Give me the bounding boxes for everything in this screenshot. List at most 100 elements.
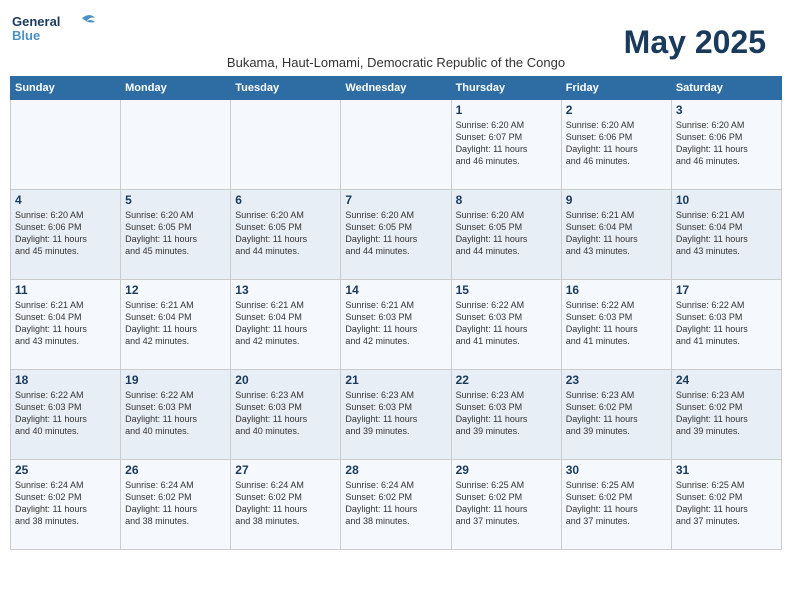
day-number: 31: [676, 463, 777, 477]
day-info: Sunrise: 6:22 AM Sunset: 6:03 PM Dayligh…: [676, 299, 777, 348]
calendar-week-2: 4 Sunrise: 6:20 AM Sunset: 6:06 PM Daylig…: [11, 190, 782, 280]
calendar-cell: [341, 100, 451, 190]
day-number: 12: [125, 283, 226, 297]
day-number: 2: [566, 103, 667, 117]
header-tuesday: Tuesday: [231, 77, 341, 100]
calendar-cell: 31 Sunrise: 6:25 AM Sunset: 6:02 PM Dayli…: [671, 460, 781, 550]
calendar-cell: 9 Sunrise: 6:21 AM Sunset: 6:04 PM Daylig…: [561, 190, 671, 280]
svg-text:Blue: Blue: [12, 28, 40, 43]
header: General Blue May 2025: [10, 10, 782, 51]
main-title: May 2025: [624, 24, 766, 61]
calendar-cell: 21 Sunrise: 6:23 AM Sunset: 6:03 PM Dayli…: [341, 370, 451, 460]
day-info: Sunrise: 6:21 AM Sunset: 6:04 PM Dayligh…: [125, 299, 226, 348]
day-number: 27: [235, 463, 336, 477]
day-number: 22: [456, 373, 557, 387]
day-number: 17: [676, 283, 777, 297]
header-saturday: Saturday: [671, 77, 781, 100]
calendar-cell: [231, 100, 341, 190]
calendar-cell: [11, 100, 121, 190]
day-number: 30: [566, 463, 667, 477]
day-info: Sunrise: 6:21 AM Sunset: 6:04 PM Dayligh…: [15, 299, 116, 348]
calendar-week-5: 25Sunrise: 6:24 AM Sunset: 6:02 PM Dayli…: [11, 460, 782, 550]
calendar-header-row: SundayMondayTuesdayWednesdayThursdayFrid…: [11, 77, 782, 100]
day-info: Sunrise: 6:25 AM Sunset: 6:02 PM Dayligh…: [676, 479, 777, 528]
day-number: 4: [15, 193, 116, 207]
day-info: Sunrise: 6:21 AM Sunset: 6:03 PM Dayligh…: [345, 299, 446, 348]
header-thursday: Thursday: [451, 77, 561, 100]
header-sunday: Sunday: [11, 77, 121, 100]
day-number: 7: [345, 193, 446, 207]
day-number: 19: [125, 373, 226, 387]
day-info: Sunrise: 6:23 AM Sunset: 6:03 PM Dayligh…: [235, 389, 336, 438]
day-info: Sunrise: 6:22 AM Sunset: 6:03 PM Dayligh…: [566, 299, 667, 348]
day-info: Sunrise: 6:23 AM Sunset: 6:03 PM Dayligh…: [456, 389, 557, 438]
day-info: Sunrise: 6:21 AM Sunset: 6:04 PM Dayligh…: [566, 209, 667, 258]
day-number: 5: [125, 193, 226, 207]
day-info: Sunrise: 6:20 AM Sunset: 6:07 PM Dayligh…: [456, 119, 557, 168]
day-number: 21: [345, 373, 446, 387]
calendar-cell: 5Sunrise: 6:20 AM Sunset: 6:05 PM Daylig…: [121, 190, 231, 280]
calendar-cell: 10 Sunrise: 6:21 AM Sunset: 6:04 PM Dayli…: [671, 190, 781, 280]
day-info: Sunrise: 6:22 AM Sunset: 6:03 PM Dayligh…: [15, 389, 116, 438]
day-number: 16: [566, 283, 667, 297]
calendar-cell: 14 Sunrise: 6:21 AM Sunset: 6:03 PM Dayli…: [341, 280, 451, 370]
calendar-cell: 15Sunrise: 6:22 AM Sunset: 6:03 PM Dayli…: [451, 280, 561, 370]
day-number: 11: [15, 283, 116, 297]
day-info: Sunrise: 6:23 AM Sunset: 6:02 PM Dayligh…: [566, 389, 667, 438]
header-monday: Monday: [121, 77, 231, 100]
day-number: 23: [566, 373, 667, 387]
calendar-cell: 8Sunrise: 6:20 AM Sunset: 6:05 PM Daylig…: [451, 190, 561, 280]
calendar-cell: 1 Sunrise: 6:20 AM Sunset: 6:07 PM Daylig…: [451, 100, 561, 190]
calendar-cell: 27Sunrise: 6:24 AM Sunset: 6:02 PM Dayli…: [231, 460, 341, 550]
calendar-week-1: 1 Sunrise: 6:20 AM Sunset: 6:07 PM Daylig…: [11, 100, 782, 190]
calendar-cell: 13Sunrise: 6:21 AM Sunset: 6:04 PM Dayli…: [231, 280, 341, 370]
day-info: Sunrise: 6:24 AM Sunset: 6:02 PM Dayligh…: [15, 479, 116, 528]
calendar-cell: 16 Sunrise: 6:22 AM Sunset: 6:03 PM Dayli…: [561, 280, 671, 370]
day-info: Sunrise: 6:25 AM Sunset: 6:02 PM Dayligh…: [566, 479, 667, 528]
calendar-table: SundayMondayTuesdayWednesdayThursdayFrid…: [10, 76, 782, 550]
day-number: 24: [676, 373, 777, 387]
calendar-cell: 24 Sunrise: 6:23 AM Sunset: 6:02 PM Dayli…: [671, 370, 781, 460]
day-number: 29: [456, 463, 557, 477]
day-info: Sunrise: 6:24 AM Sunset: 6:02 PM Dayligh…: [125, 479, 226, 528]
calendar-week-4: 18 Sunrise: 6:22 AM Sunset: 6:03 PM Dayli…: [11, 370, 782, 460]
calendar-cell: 3 Sunrise: 6:20 AM Sunset: 6:06 PM Daylig…: [671, 100, 781, 190]
logo-text: General Blue: [10, 10, 100, 51]
calendar-cell: 26Sunrise: 6:24 AM Sunset: 6:02 PM Dayli…: [121, 460, 231, 550]
calendar-cell: 2 Sunrise: 6:20 AM Sunset: 6:06 PM Daylig…: [561, 100, 671, 190]
day-number: 9: [566, 193, 667, 207]
day-info: Sunrise: 6:22 AM Sunset: 6:03 PM Dayligh…: [125, 389, 226, 438]
day-number: 3: [676, 103, 777, 117]
day-number: 20: [235, 373, 336, 387]
day-info: Sunrise: 6:21 AM Sunset: 6:04 PM Dayligh…: [235, 299, 336, 348]
day-info: Sunrise: 6:25 AM Sunset: 6:02 PM Dayligh…: [456, 479, 557, 528]
day-info: Sunrise: 6:23 AM Sunset: 6:02 PM Dayligh…: [676, 389, 777, 438]
calendar-cell: 29 Sunrise: 6:25 AM Sunset: 6:02 PM Dayli…: [451, 460, 561, 550]
day-info: Sunrise: 6:20 AM Sunset: 6:05 PM Dayligh…: [345, 209, 446, 258]
day-info: Sunrise: 6:20 AM Sunset: 6:06 PM Dayligh…: [15, 209, 116, 258]
day-number: 18: [15, 373, 116, 387]
day-number: 14: [345, 283, 446, 297]
calendar-cell: 7 Sunrise: 6:20 AM Sunset: 6:05 PM Daylig…: [341, 190, 451, 280]
day-number: 1: [456, 103, 557, 117]
day-info: Sunrise: 6:20 AM Sunset: 6:05 PM Dayligh…: [235, 209, 336, 258]
calendar-cell: 18 Sunrise: 6:22 AM Sunset: 6:03 PM Dayli…: [11, 370, 121, 460]
day-info: Sunrise: 6:21 AM Sunset: 6:04 PM Dayligh…: [676, 209, 777, 258]
day-number: 6: [235, 193, 336, 207]
day-info: Sunrise: 6:20 AM Sunset: 6:05 PM Dayligh…: [456, 209, 557, 258]
calendar-cell: 6 Sunrise: 6:20 AM Sunset: 6:05 PM Daylig…: [231, 190, 341, 280]
calendar-cell: [121, 100, 231, 190]
calendar-cell: 19 Sunrise: 6:22 AM Sunset: 6:03 PM Dayli…: [121, 370, 231, 460]
svg-text:General: General: [12, 14, 60, 29]
day-info: Sunrise: 6:23 AM Sunset: 6:03 PM Dayligh…: [345, 389, 446, 438]
calendar-cell: 12 Sunrise: 6:21 AM Sunset: 6:04 PM Dayli…: [121, 280, 231, 370]
calendar-week-3: 11 Sunrise: 6:21 AM Sunset: 6:04 PM Dayli…: [11, 280, 782, 370]
day-number: 28: [345, 463, 446, 477]
day-info: Sunrise: 6:20 AM Sunset: 6:06 PM Dayligh…: [566, 119, 667, 168]
calendar-cell: 25Sunrise: 6:24 AM Sunset: 6:02 PM Dayli…: [11, 460, 121, 550]
day-number: 10: [676, 193, 777, 207]
header-wednesday: Wednesday: [341, 77, 451, 100]
calendar-cell: 22 Sunrise: 6:23 AM Sunset: 6:03 PM Dayli…: [451, 370, 561, 460]
day-info: Sunrise: 6:20 AM Sunset: 6:06 PM Dayligh…: [676, 119, 777, 168]
calendar-cell: 28Sunrise: 6:24 AM Sunset: 6:02 PM Dayli…: [341, 460, 451, 550]
